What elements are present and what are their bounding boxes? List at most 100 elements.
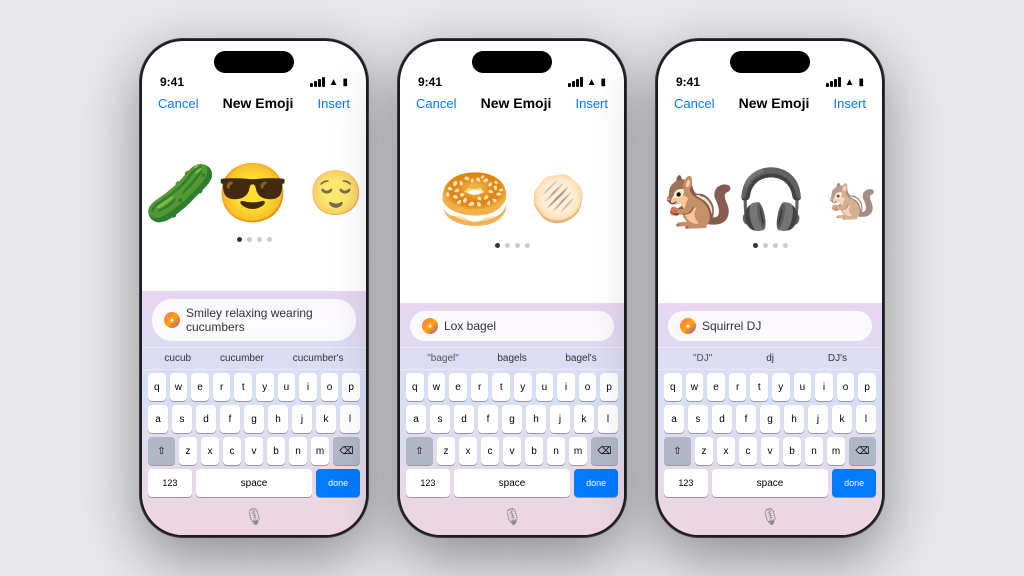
numbers-key-3[interactable]: 123 bbox=[664, 469, 708, 497]
key-k-2[interactable]: k bbox=[574, 405, 594, 433]
key-c-1[interactable]: c bbox=[223, 437, 241, 465]
autocomplete-3-2[interactable]: dj bbox=[762, 351, 778, 366]
shift-key-3[interactable]: ⇧ bbox=[664, 437, 691, 465]
emoji-main-1[interactable]: 🥒😎 bbox=[144, 165, 288, 223]
key-h-1[interactable]: h bbox=[268, 405, 288, 433]
search-field-2[interactable]: Lox bagel bbox=[410, 311, 614, 341]
delete-key-3[interactable]: ⌫ bbox=[849, 437, 876, 465]
key-d-2[interactable]: d bbox=[454, 405, 474, 433]
key-r-3[interactable]: r bbox=[729, 373, 747, 401]
key-s-3[interactable]: s bbox=[688, 405, 708, 433]
done-key-1[interactable]: done bbox=[316, 469, 360, 497]
key-z-3[interactable]: z bbox=[695, 437, 713, 465]
key-f-3[interactable]: f bbox=[736, 405, 756, 433]
key-c-3[interactable]: c bbox=[739, 437, 757, 465]
key-f-1[interactable]: f bbox=[220, 405, 240, 433]
key-q-3[interactable]: q bbox=[664, 373, 682, 401]
mic-icon-1[interactable]: 🎙 bbox=[244, 507, 264, 527]
done-key-3[interactable]: done bbox=[832, 469, 876, 497]
autocomplete-1-3[interactable]: cucumber's bbox=[289, 351, 348, 366]
key-x-2[interactable]: x bbox=[459, 437, 477, 465]
insert-button-2[interactable]: Insert bbox=[575, 96, 608, 111]
cancel-button-2[interactable]: Cancel bbox=[416, 96, 456, 111]
key-u-1[interactable]: u bbox=[278, 373, 296, 401]
key-b-2[interactable]: b bbox=[525, 437, 543, 465]
key-r-1[interactable]: r bbox=[213, 373, 231, 401]
key-k-1[interactable]: k bbox=[316, 405, 336, 433]
key-i-2[interactable]: i bbox=[557, 373, 575, 401]
search-field-1[interactable]: Smiley relaxing wearing cucumbers bbox=[152, 299, 356, 341]
key-q-1[interactable]: q bbox=[148, 373, 166, 401]
autocomplete-3-1[interactable]: "DJ" bbox=[689, 351, 716, 366]
key-d-3[interactable]: d bbox=[712, 405, 732, 433]
key-m-1[interactable]: m bbox=[311, 437, 329, 465]
delete-key-1[interactable]: ⌫ bbox=[333, 437, 360, 465]
key-t-1[interactable]: t bbox=[234, 373, 252, 401]
numbers-key-1[interactable]: 123 bbox=[148, 469, 192, 497]
mic-icon-3[interactable]: 🎙 bbox=[760, 507, 780, 527]
key-b-1[interactable]: b bbox=[267, 437, 285, 465]
key-g-1[interactable]: g bbox=[244, 405, 264, 433]
mic-icon-2[interactable]: 🎙 bbox=[502, 507, 522, 527]
key-z-1[interactable]: z bbox=[179, 437, 197, 465]
key-a-3[interactable]: a bbox=[664, 405, 684, 433]
insert-button-3[interactable]: Insert bbox=[833, 96, 866, 111]
key-p-2[interactable]: p bbox=[600, 373, 618, 401]
key-y-1[interactable]: y bbox=[256, 373, 274, 401]
key-o-1[interactable]: o bbox=[321, 373, 339, 401]
cancel-button-3[interactable]: Cancel bbox=[674, 96, 714, 111]
key-l-2[interactable]: l bbox=[598, 405, 618, 433]
key-d-1[interactable]: d bbox=[196, 405, 216, 433]
emoji-alt-3[interactable]: 🐿️ bbox=[827, 180, 877, 220]
key-s-1[interactable]: s bbox=[172, 405, 192, 433]
key-n-2[interactable]: n bbox=[547, 437, 565, 465]
key-p-1[interactable]: p bbox=[342, 373, 360, 401]
key-g-3[interactable]: g bbox=[760, 405, 780, 433]
key-n-1[interactable]: n bbox=[289, 437, 307, 465]
autocomplete-1-1[interactable]: cucub bbox=[160, 351, 195, 366]
key-a-1[interactable]: a bbox=[148, 405, 168, 433]
key-x-1[interactable]: x bbox=[201, 437, 219, 465]
space-key-2[interactable]: space bbox=[454, 469, 571, 497]
key-y-3[interactable]: y bbox=[772, 373, 790, 401]
autocomplete-2-1[interactable]: "bagel" bbox=[423, 351, 463, 366]
key-j-1[interactable]: j bbox=[292, 405, 312, 433]
key-j-3[interactable]: j bbox=[808, 405, 828, 433]
key-l-1[interactable]: l bbox=[340, 405, 360, 433]
key-w-3[interactable]: w bbox=[686, 373, 704, 401]
emoji-alt-1[interactable]: 😌 bbox=[309, 172, 364, 216]
done-key-2[interactable]: done bbox=[574, 469, 618, 497]
key-t-3[interactable]: t bbox=[750, 373, 768, 401]
key-k-3[interactable]: k bbox=[832, 405, 852, 433]
cancel-button-1[interactable]: Cancel bbox=[158, 96, 198, 111]
delete-key-2[interactable]: ⌫ bbox=[591, 437, 618, 465]
key-n-3[interactable]: n bbox=[805, 437, 823, 465]
autocomplete-2-2[interactable]: bagels bbox=[493, 351, 530, 366]
key-r-2[interactable]: r bbox=[471, 373, 489, 401]
key-m-3[interactable]: m bbox=[827, 437, 845, 465]
autocomplete-2-3[interactable]: bagel's bbox=[561, 351, 600, 366]
key-o-2[interactable]: o bbox=[579, 373, 597, 401]
emoji-main-3[interactable]: 🐿️🎧 bbox=[663, 171, 807, 229]
key-w-2[interactable]: w bbox=[428, 373, 446, 401]
key-w-1[interactable]: w bbox=[170, 373, 188, 401]
space-key-1[interactable]: space bbox=[196, 469, 313, 497]
key-v-3[interactable]: v bbox=[761, 437, 779, 465]
key-h-3[interactable]: h bbox=[784, 405, 804, 433]
key-y-2[interactable]: y bbox=[514, 373, 532, 401]
key-c-2[interactable]: c bbox=[481, 437, 499, 465]
key-f-2[interactable]: f bbox=[478, 405, 498, 433]
search-field-3[interactable]: Squirrel DJ bbox=[668, 311, 872, 341]
key-z-2[interactable]: z bbox=[437, 437, 455, 465]
autocomplete-3-3[interactable]: DJ's bbox=[824, 351, 851, 366]
shift-key-1[interactable]: ⇧ bbox=[148, 437, 175, 465]
key-q-2[interactable]: q bbox=[406, 373, 424, 401]
emoji-alt-2[interactable]: 🫓 bbox=[531, 178, 586, 222]
key-v-1[interactable]: v bbox=[245, 437, 263, 465]
key-j-2[interactable]: j bbox=[550, 405, 570, 433]
key-v-2[interactable]: v bbox=[503, 437, 521, 465]
key-m-2[interactable]: m bbox=[569, 437, 587, 465]
key-t-2[interactable]: t bbox=[492, 373, 510, 401]
autocomplete-1-2[interactable]: cucumber bbox=[216, 351, 268, 366]
shift-key-2[interactable]: ⇧ bbox=[406, 437, 433, 465]
